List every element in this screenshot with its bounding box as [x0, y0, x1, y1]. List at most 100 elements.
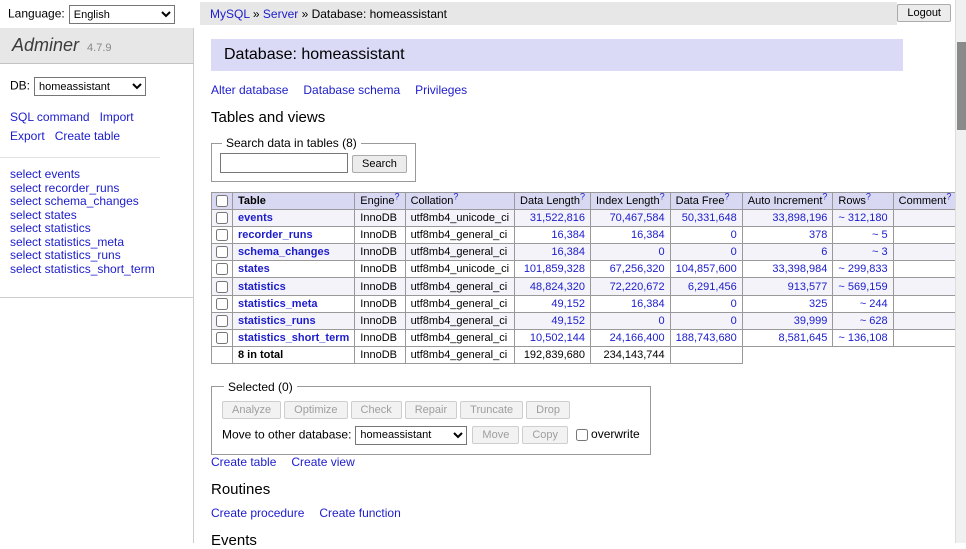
- data-length-link[interactable]: 49,152: [551, 298, 585, 310]
- data-free-link[interactable]: 0: [731, 246, 737, 258]
- overwrite-checkbox[interactable]: [576, 429, 588, 441]
- breadcrumb-link-mysql[interactable]: MySQL: [210, 7, 250, 21]
- help-link-comment[interactable]: ?: [946, 191, 951, 201]
- help-link-rows[interactable]: ?: [866, 191, 871, 201]
- data-free-link[interactable]: 188,743,680: [676, 332, 737, 344]
- app-name[interactable]: Adminer: [12, 35, 79, 55]
- sidebar-link-select-statistics-runs[interactable]: select statistics_runs: [10, 248, 121, 262]
- check-button[interactable]: Check: [351, 401, 402, 419]
- index-length-link[interactable]: 72,220,672: [610, 281, 665, 293]
- auto-increment-link[interactable]: 6: [821, 246, 827, 258]
- auto-increment-link[interactable]: 33,898,196: [772, 212, 827, 224]
- row-checkbox[interactable]: [216, 332, 228, 344]
- row-checkbox[interactable]: [216, 298, 228, 310]
- search-input[interactable]: [220, 153, 348, 173]
- table-name-link[interactable]: statistics_short_term: [238, 332, 349, 344]
- auto-increment-link[interactable]: 33,398,984: [772, 263, 827, 275]
- truncate-button[interactable]: Truncate: [460, 401, 523, 419]
- link-create-function[interactable]: Create function: [319, 506, 400, 520]
- move-button[interactable]: Move: [472, 426, 519, 444]
- data-length-link[interactable]: 16,384: [551, 229, 585, 241]
- auto-increment-link[interactable]: 39,999: [794, 315, 828, 327]
- scrollbar[interactable]: [955, 0, 966, 543]
- help-link-data-free[interactable]: ?: [725, 191, 730, 201]
- table-name-link[interactable]: states: [238, 263, 270, 275]
- analyze-button[interactable]: Analyze: [222, 401, 281, 419]
- row-checkbox[interactable]: [216, 315, 228, 327]
- help-link-auto-increment[interactable]: ?: [822, 191, 827, 201]
- rows-link[interactable]: ~ 3: [872, 246, 888, 258]
- help-link-collation[interactable]: ?: [453, 191, 458, 201]
- help-link-index-length[interactable]: ?: [660, 191, 665, 201]
- data-length-link[interactable]: 31,522,816: [530, 212, 585, 224]
- table-name-link[interactable]: schema_changes: [238, 246, 330, 258]
- sidebar-link-import[interactable]: Import: [100, 108, 134, 127]
- sidebar-link-select-statistics-short-term[interactable]: select statistics_short_term: [10, 262, 155, 276]
- sidebar-link-select-recorder-runs[interactable]: select recorder_runs: [10, 181, 119, 195]
- db-select[interactable]: homeassistant: [34, 77, 146, 96]
- sidebar-link-create-table[interactable]: Create table: [55, 127, 120, 146]
- data-length-link[interactable]: 48,824,320: [530, 281, 585, 293]
- data-free-link[interactable]: 6,291,456: [688, 281, 737, 293]
- move-database-select[interactable]: homeassistant: [355, 426, 467, 445]
- row-checkbox[interactable]: [216, 229, 228, 241]
- index-length-link[interactable]: 67,256,320: [610, 263, 665, 275]
- sidebar-link-sql-command[interactable]: SQL command: [10, 108, 90, 127]
- action-link-privileges[interactable]: Privileges: [415, 83, 467, 97]
- rows-link[interactable]: ~ 312,180: [838, 212, 887, 224]
- table-name-link[interactable]: events: [238, 212, 273, 224]
- sidebar-link-select-statistics[interactable]: select statistics: [10, 221, 91, 235]
- row-checkbox[interactable]: [216, 281, 228, 293]
- auto-increment-link[interactable]: 378: [809, 229, 827, 241]
- table-name-link[interactable]: statistics: [238, 281, 286, 293]
- link-create-view[interactable]: Create view: [291, 455, 354, 469]
- data-free-link[interactable]: 104,857,600: [676, 263, 737, 275]
- help-link-engine[interactable]: ?: [395, 191, 400, 201]
- sidebar-link-select-statistics-meta[interactable]: select statistics_meta: [10, 235, 124, 249]
- data-length-link[interactable]: 16,384: [551, 246, 585, 258]
- search-button[interactable]: Search: [352, 155, 407, 173]
- rows-link[interactable]: ~ 244: [860, 298, 888, 310]
- index-length-link[interactable]: 0: [659, 315, 665, 327]
- table-name-link[interactable]: statistics_runs: [238, 315, 316, 327]
- breadcrumb-link-server[interactable]: Server: [263, 7, 298, 21]
- row-checkbox[interactable]: [216, 212, 228, 224]
- data-length-link[interactable]: 49,152: [551, 315, 585, 327]
- sidebar-link-export[interactable]: Export: [10, 127, 45, 146]
- index-length-link[interactable]: 24,166,400: [610, 332, 665, 344]
- auto-increment-link[interactable]: 8,581,645: [778, 332, 827, 344]
- rows-link[interactable]: ~ 5: [872, 229, 888, 241]
- link-create-table[interactable]: Create table: [211, 455, 276, 469]
- table-name-link[interactable]: recorder_runs: [238, 229, 313, 241]
- index-length-link[interactable]: 70,467,584: [610, 212, 665, 224]
- table-name-link[interactable]: statistics_meta: [238, 298, 318, 310]
- drop-button[interactable]: Drop: [526, 401, 570, 419]
- rows-link[interactable]: ~ 136,108: [838, 332, 887, 344]
- optimize-button[interactable]: Optimize: [284, 401, 347, 419]
- index-length-link[interactable]: 16,384: [631, 298, 665, 310]
- data-free-link[interactable]: 0: [731, 315, 737, 327]
- row-checkbox[interactable]: [216, 246, 228, 258]
- auto-increment-link[interactable]: 913,577: [788, 281, 828, 293]
- logout-button[interactable]: Logout: [897, 4, 951, 22]
- action-link-database-schema[interactable]: Database schema: [303, 83, 400, 97]
- select-all-checkbox[interactable]: [216, 195, 228, 207]
- rows-link[interactable]: ~ 299,833: [838, 263, 887, 275]
- auto-increment-link[interactable]: 325: [809, 298, 827, 310]
- action-link-alter-database[interactable]: Alter database: [211, 83, 288, 97]
- data-free-link[interactable]: 0: [731, 298, 737, 310]
- help-link-data-length[interactable]: ?: [580, 191, 585, 201]
- link-create-procedure[interactable]: Create procedure: [211, 506, 304, 520]
- data-free-link[interactable]: 50,331,648: [682, 212, 737, 224]
- data-length-link[interactable]: 10,502,144: [530, 332, 585, 344]
- index-length-link[interactable]: 16,384: [631, 229, 665, 241]
- data-length-link[interactable]: 101,859,328: [524, 263, 585, 275]
- row-checkbox[interactable]: [216, 263, 228, 275]
- rows-link[interactable]: ~ 628: [860, 315, 888, 327]
- sidebar-link-select-schema-changes[interactable]: select schema_changes: [10, 194, 139, 208]
- scrollbar-thumb[interactable]: [957, 42, 966, 130]
- data-free-link[interactable]: 0: [731, 229, 737, 241]
- sidebar-link-select-events[interactable]: select events: [10, 167, 80, 181]
- rows-link[interactable]: ~ 569,159: [838, 281, 887, 293]
- language-select[interactable]: English: [69, 5, 175, 24]
